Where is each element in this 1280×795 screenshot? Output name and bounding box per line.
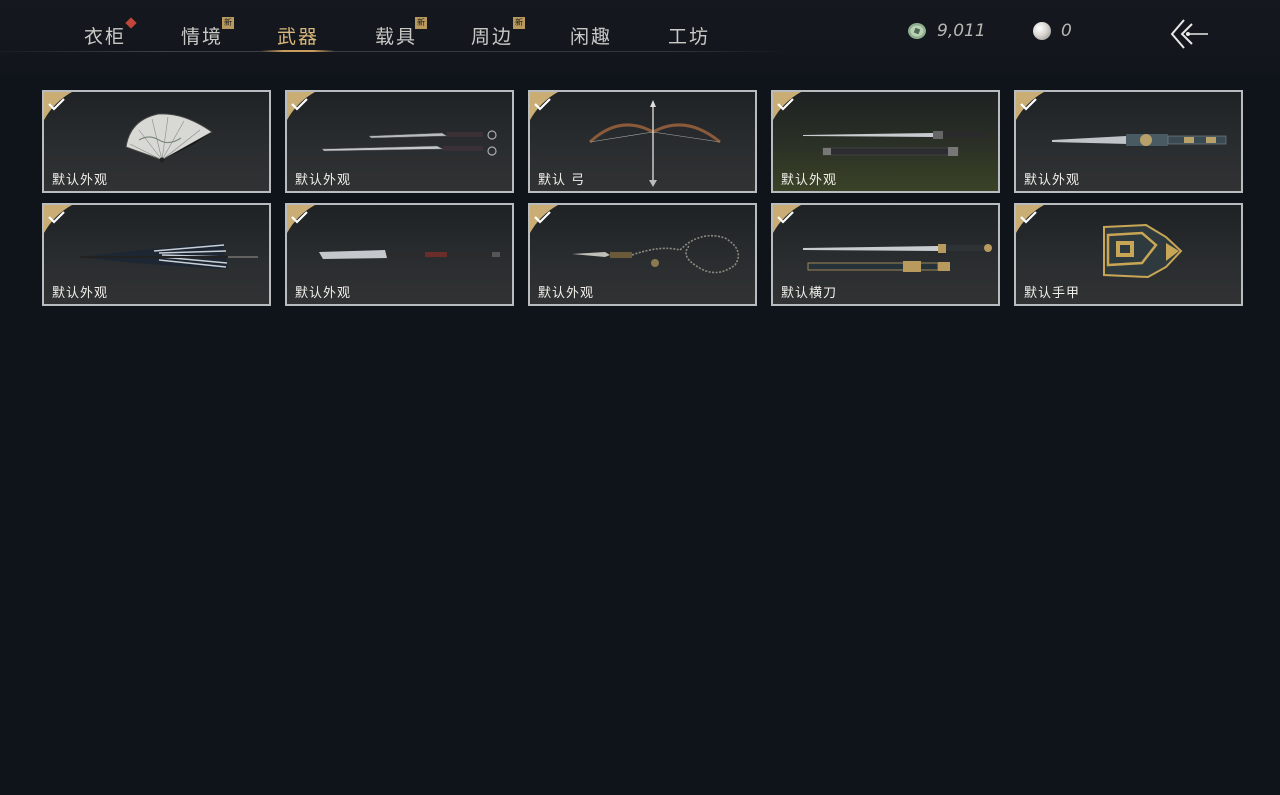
jade-coin-icon <box>908 23 926 39</box>
equipped-check-icon <box>287 205 315 233</box>
equipped-check-icon <box>1016 205 1044 233</box>
tab-vehicles[interactable]: 载具 新 <box>356 17 436 50</box>
weapon-label: 默认外观 <box>1024 173 1081 188</box>
weapon-card-glaive[interactable]: 默认外观 <box>285 203 514 306</box>
tab-weapons[interactable]: 武器 <box>258 22 338 52</box>
jade-coin-amount: 9,011 <box>937 21 986 41</box>
tab-label: 武器 <box>276 26 319 48</box>
equipped-check-icon <box>1016 92 1044 120</box>
tab-label: 情境 <box>180 26 223 48</box>
equipped-check-icon <box>44 205 72 233</box>
top-bar: 衣柜 情境 新 武器 载具 新 周边 新 闲趣 工坊 9,011 0 <box>0 0 1280 74</box>
tab-label: 周边 <box>470 26 513 48</box>
weapon-card-twin-swords[interactable]: 默认外观 <box>285 90 514 193</box>
tab-divider <box>0 51 790 52</box>
weapon-label: 默认外观 <box>295 173 352 188</box>
weapon-card-bow[interactable]: 默认 弓 <box>528 90 757 193</box>
weapon-card-horizontal-saber[interactable]: 默认横刀 <box>771 203 1000 306</box>
new-badge: 新 <box>513 17 525 29</box>
active-tab-underline <box>261 50 335 52</box>
weapon-label: 默认 弓 <box>538 173 586 188</box>
equipped-check-icon <box>773 92 801 120</box>
weapon-label: 默认外观 <box>52 173 109 188</box>
equipped-check-icon <box>530 205 558 233</box>
weapon-label: 默认手甲 <box>1024 286 1081 301</box>
weapon-card-mechanical-blade[interactable]: 默认外观 <box>1014 90 1243 193</box>
currency-jade[interactable]: 9,011 <box>907 20 986 42</box>
tab-merchandise[interactable]: 周边 新 <box>452 17 532 50</box>
equipped-check-icon <box>44 92 72 120</box>
weapon-label: 默认外观 <box>538 286 595 301</box>
weapon-label: 默认外观 <box>52 286 109 301</box>
tab-leisure[interactable]: 闲趣 <box>551 22 631 50</box>
weapon-card-long-sword[interactable]: 默认外观 <box>771 90 1000 193</box>
weapon-card-rope-dart[interactable]: 默认外观 <box>528 203 757 306</box>
weapon-label: 默认外观 <box>295 286 352 301</box>
weapon-card-umbrella[interactable]: 默认外观 <box>42 203 271 306</box>
pearl-amount: 0 <box>1061 21 1072 41</box>
weapon-label: 默认横刀 <box>781 286 838 301</box>
new-badge: 新 <box>415 17 427 29</box>
weapon-label: 默认外观 <box>781 173 838 188</box>
pearl-icon <box>1033 22 1051 40</box>
tab-scenes[interactable]: 情境 新 <box>162 17 242 50</box>
tab-wardrobe[interactable]: 衣柜 <box>65 17 145 50</box>
new-badge: 新 <box>222 17 234 29</box>
weapon-card-fan[interactable]: 默认外观 <box>42 90 271 193</box>
tab-label: 衣柜 <box>83 26 126 48</box>
weapon-card-gauntlet[interactable]: 默认手甲 <box>1014 203 1243 306</box>
tab-label: 闲趣 <box>569 26 612 48</box>
equipped-check-icon <box>773 205 801 233</box>
equipped-check-icon <box>287 92 315 120</box>
tab-workshop[interactable]: 工坊 <box>649 22 729 50</box>
notification-dot-icon <box>125 17 137 29</box>
currency-pearl[interactable]: 0 <box>1033 20 1072 42</box>
equipped-check-icon <box>530 92 558 120</box>
tab-label: 载具 <box>374 26 417 48</box>
tab-label: 工坊 <box>667 26 710 48</box>
back-arrow-icon[interactable] <box>1164 16 1212 52</box>
